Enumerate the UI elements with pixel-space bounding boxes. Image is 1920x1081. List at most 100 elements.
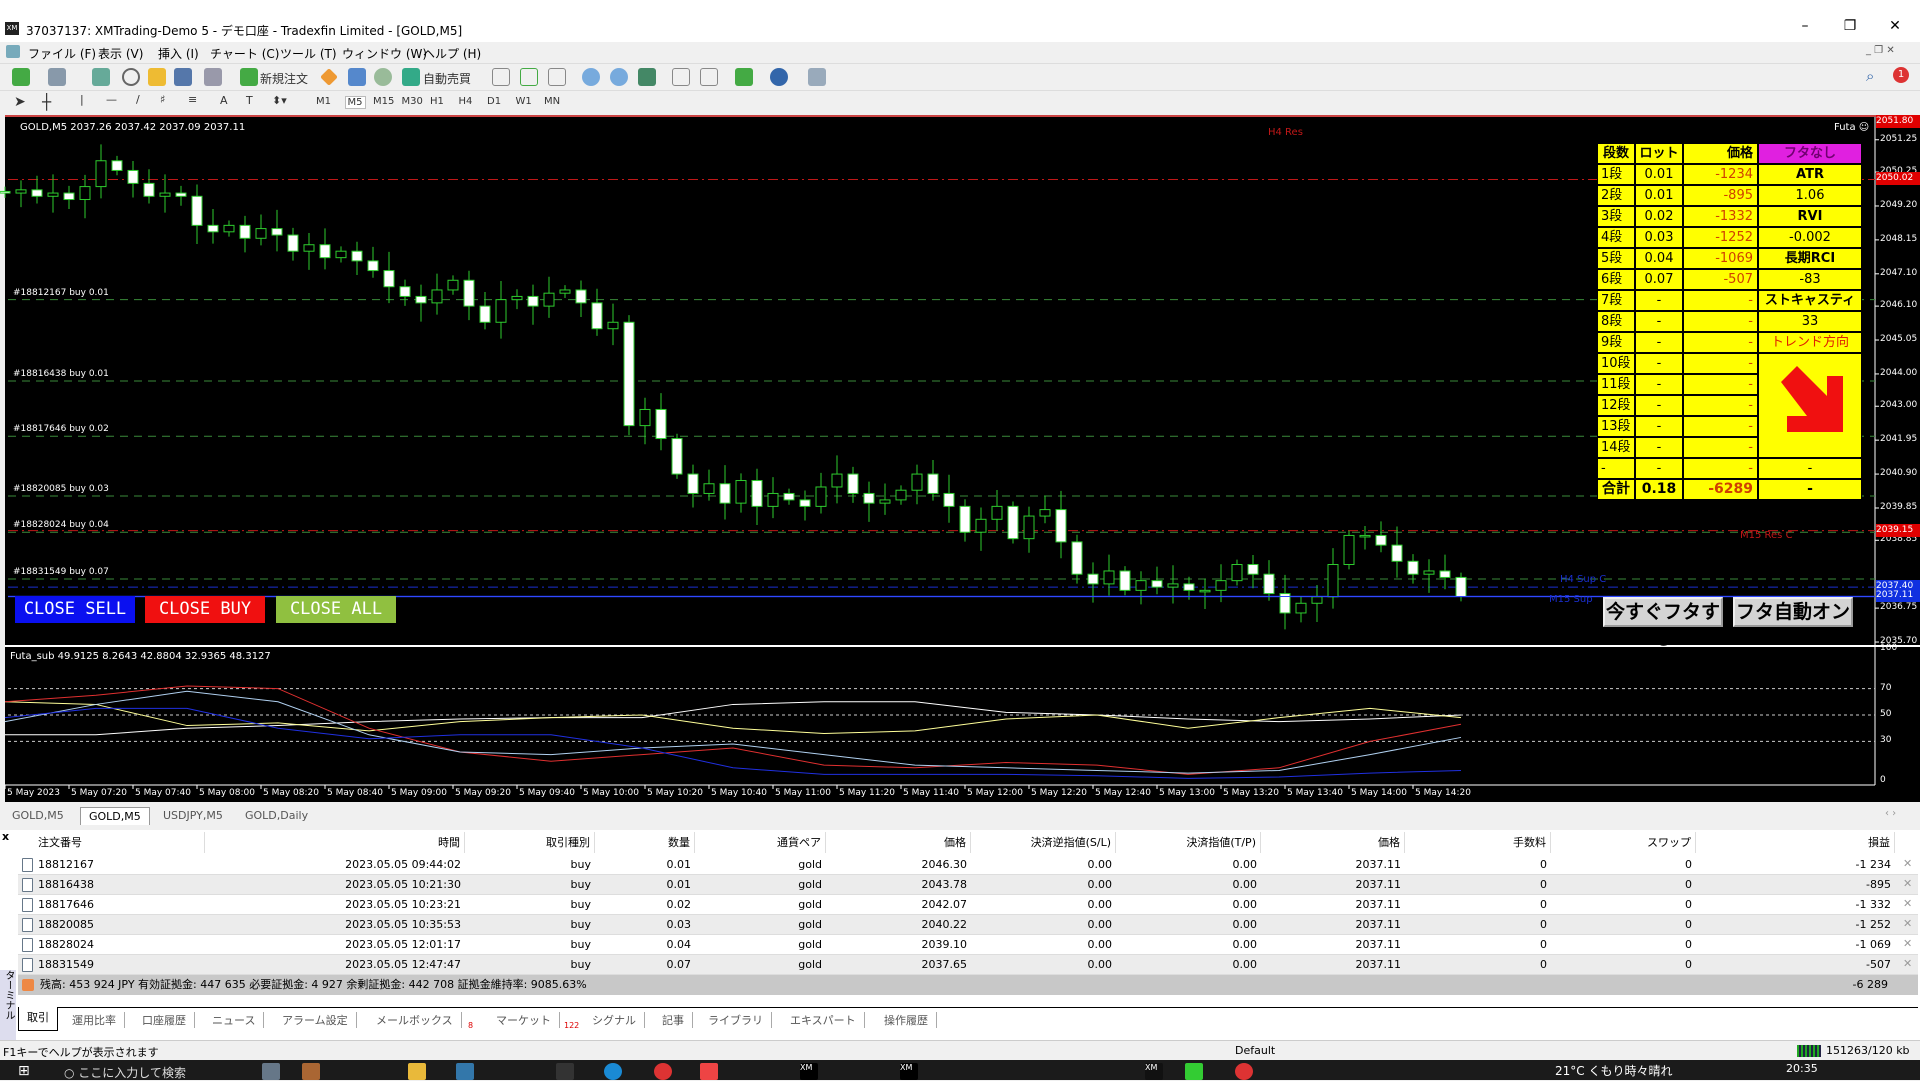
time-axis-label: 5 May 12:40 (1095, 788, 1151, 798)
cell-2: buy (570, 918, 591, 931)
windows-start-icon[interactable]: ⊞ (18, 1063, 36, 1080)
close-buy-button[interactable]: CLOSE BUY (145, 596, 265, 623)
chart-tab-gold-m5-active[interactable]: GOLD,M5 (80, 807, 150, 825)
candle (687, 473, 699, 494)
xm-mt4-icon[interactable]: XM (900, 1063, 918, 1080)
time-axis-label: 5 May 07:20 (71, 788, 127, 798)
mail-icon[interactable] (456, 1063, 474, 1080)
trend-down-arrow-icon (1781, 366, 1843, 432)
column-header[interactable]: 決済逆指値(S/L) (971, 832, 1116, 853)
time-axis-label: 5 May 2023 (7, 788, 60, 798)
column-header[interactable]: 価格 (826, 832, 971, 853)
close-sell-button[interactable]: CLOSE SELL (15, 596, 135, 623)
level-label: H4 Res (1268, 127, 1303, 138)
column-header[interactable]: 取引種別 (465, 832, 595, 853)
column-header[interactable]: 数量 (595, 832, 695, 853)
close-order-icon[interactable]: ✕ (1903, 897, 1912, 910)
futa-cell: 9段 (1597, 332, 1635, 353)
close-order-icon[interactable]: ✕ (1903, 937, 1912, 950)
cell-7: 0.00 (1232, 918, 1258, 931)
terminal-tab-6[interactable]: マーケット (488, 1012, 560, 1028)
futa-cell: 13段 (1597, 416, 1635, 437)
column-header[interactable]: 通貨ペア (695, 832, 826, 853)
line-app-icon[interactable] (1185, 1063, 1203, 1080)
level-label: H4 Sup C (1560, 574, 1607, 585)
chart-tab-usdjpy-m5[interactable]: USDJPY,M5 (155, 807, 231, 825)
candle (1087, 573, 1099, 585)
close-order-icon[interactable]: ✕ (1903, 917, 1912, 930)
terminal-tab-0[interactable]: 取引 (18, 1007, 58, 1031)
futa-cell: - (1758, 458, 1862, 479)
terminal-tab-11[interactable]: 操作履歴 (876, 1012, 937, 1028)
chart-tabs: GOLD,M5 GOLD,M5 USDJPY,M5 GOLD,Daily ‹ › (0, 805, 1920, 825)
column-header[interactable]: 時間 (205, 832, 465, 853)
column-header[interactable]: 決済指値(T/P) (1116, 832, 1261, 853)
candle (799, 499, 811, 507)
futa-cell: - (1683, 332, 1758, 353)
terminal-tab-10[interactable]: エキスパート (782, 1012, 865, 1028)
cell-4: gold (798, 898, 822, 911)
mailbox-count: 8 (468, 1021, 474, 1030)
cell-2: buy (570, 898, 591, 911)
cell-2: buy (570, 958, 591, 971)
tab-scroll-arrows[interactable]: ‹ › (1885, 808, 1896, 819)
clock[interactable]: 20:35 (1786, 1062, 1818, 1075)
candle (1263, 573, 1275, 595)
column-header[interactable]: 損益 (1696, 832, 1895, 853)
candle (831, 473, 843, 488)
cell-1: 2023.05.05 10:35:53 (345, 918, 461, 931)
indicator-name: Futa (1834, 122, 1856, 133)
table-row[interactable]: 18816438 2023.05.05 10:21:30 buy 0.01 gold 20… (18, 875, 1918, 895)
table-row[interactable]: 18817646 2023.05.05 10:23:21 buy 0.02 gold 20… (18, 895, 1918, 915)
time-axis-label: 5 May 13:00 (1159, 788, 1215, 798)
chrome-icon[interactable] (1235, 1063, 1253, 1080)
order-label: #18828024 buy 0.04 (13, 520, 109, 531)
briefcase-icon[interactable] (302, 1063, 320, 1080)
edge-icon[interactable] (604, 1063, 622, 1080)
app-icon[interactable] (700, 1063, 718, 1080)
column-header[interactable]: 注文番号 (20, 832, 205, 853)
chart-tab-gold-m5[interactable]: GOLD,M5 (4, 807, 72, 825)
candle (239, 224, 251, 239)
futa-auto-on-button[interactable]: フタ自動オン (1733, 597, 1853, 627)
file-explorer-icon[interactable] (408, 1063, 426, 1080)
close-order-icon[interactable]: ✕ (1903, 857, 1912, 870)
terminal-tab-8[interactable]: 記事 (654, 1012, 693, 1028)
terminal-tab-7[interactable]: シグナル (584, 1012, 645, 1028)
futa-now-button[interactable]: 今すぐフタする (1603, 597, 1723, 649)
terminal-tab-2[interactable]: 口座履歴 (134, 1012, 195, 1028)
close-order-icon[interactable]: ✕ (1903, 957, 1912, 970)
table-row[interactable]: 18828024 2023.05.05 12:01:17 buy 0.04 gold 20… (18, 935, 1918, 955)
terminal-tab-3[interactable]: ニュース (204, 1012, 265, 1028)
terminal-tab-9[interactable]: ライブラリ (700, 1012, 772, 1028)
chart-tab-gold-daily[interactable]: GOLD,Daily (237, 807, 316, 825)
table-row[interactable]: 18831549 2023.05.05 12:47:47 buy 0.07 gold 20… (18, 955, 1918, 975)
table-row[interactable]: 18820085 2023.05.05 10:35:53 buy 0.03 gold 20… (18, 915, 1918, 935)
chrome-icon[interactable] (654, 1063, 672, 1080)
futa-cell: - (1683, 416, 1758, 437)
column-header[interactable]: 手数料 (1405, 832, 1551, 853)
taskbar-search[interactable]: ○ ここに入力して検索 (64, 1064, 186, 1081)
close-order-icon[interactable]: ✕ (1903, 877, 1912, 890)
app-icon[interactable] (556, 1063, 574, 1080)
cell-9: 0 (1540, 898, 1547, 911)
candle (447, 279, 459, 291)
terminal-close-icon[interactable]: x (2, 830, 9, 843)
futa-cell: - (1635, 416, 1683, 437)
terminal-tab-1[interactable]: 運用比率 (64, 1012, 125, 1028)
candle (335, 250, 347, 259)
xm-mt4-active-icon[interactable]: XM (1145, 1063, 1163, 1080)
terminal-tab-4[interactable]: アラーム設定 (274, 1012, 357, 1028)
close-all-button[interactable]: CLOSE ALL (276, 596, 396, 623)
candle (31, 189, 43, 197)
table-row[interactable]: 18812167 2023.05.05 09:44:02 buy 0.01 gold 20… (18, 855, 1918, 875)
terminal-tab-5[interactable]: メールボックス (368, 1012, 462, 1028)
weather-widget[interactable]: 21°C くもり時々晴れ (1555, 1062, 1672, 1079)
app-icon[interactable] (262, 1063, 280, 1080)
candle (127, 169, 139, 184)
candle (415, 295, 427, 304)
column-header[interactable]: 価格 (1261, 832, 1405, 853)
column-header[interactable]: スワップ (1551, 832, 1696, 853)
futa-cell: ATR (1758, 164, 1862, 185)
xm-mt4-icon[interactable]: XM (800, 1063, 818, 1080)
